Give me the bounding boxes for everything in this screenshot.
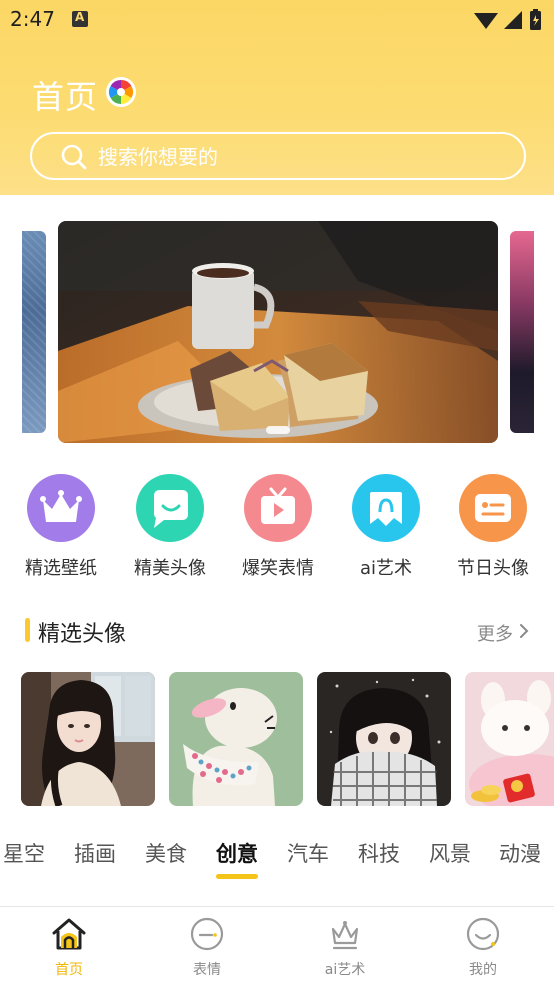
nav-home[interactable]: 首页 (0, 907, 138, 984)
card-icon (459, 474, 527, 542)
quick-action-label: 精美头像 (134, 558, 206, 579)
page-title: 首页 (32, 78, 99, 116)
quick-action-label: ai艺术 (359, 558, 413, 579)
quick-action-ai-art[interactable]: ai艺术 (336, 474, 436, 584)
profile-icon (466, 917, 500, 951)
nav-label: 首页 (55, 962, 83, 978)
quick-actions: 精选壁纸 精美头像 爆笑表情 ai艺术 节日头像 (0, 474, 554, 584)
tab-illustration[interactable]: 插画 (74, 838, 116, 868)
banner-next-slide[interactable] (510, 231, 534, 433)
avatar-card[interactable] (21, 672, 155, 806)
tab-anime[interactable]: 动漫 (499, 838, 541, 868)
tab-technology[interactable]: 科技 (358, 838, 400, 868)
tab-food[interactable]: 美食 (145, 838, 187, 868)
more-link[interactable]: 更多 (477, 620, 513, 646)
section-accent-bar (25, 618, 30, 642)
snow-girl-image (317, 672, 451, 806)
nav-label: 表情 (193, 962, 221, 978)
tab-cars[interactable]: 汽车 (287, 838, 329, 868)
girl-portrait-image (21, 672, 155, 806)
sheep-illustration-image (169, 672, 303, 806)
notification-icon (72, 10, 88, 27)
nav-ai-art[interactable]: ai艺术 (276, 907, 414, 984)
section-title: 精选头像 (38, 622, 127, 647)
bottom-navigation: 首页 表情 ai艺术 我的 (0, 906, 554, 984)
tab-creative[interactable]: 创意 (216, 838, 258, 868)
active-tab-indicator (216, 874, 258, 879)
tv-play-icon (244, 474, 312, 542)
featured-avatars-header: 精选头像 更多 (0, 612, 554, 648)
quick-action-holiday[interactable]: 节日头像 (443, 474, 543, 584)
emoji-icon (190, 917, 224, 951)
nav-label: ai艺术 (324, 962, 366, 978)
quick-action-label: 精选壁纸 (25, 558, 97, 579)
avatar-list (0, 672, 554, 806)
nav-label: 我的 (469, 962, 497, 978)
carousel-indicator (266, 426, 290, 434)
quick-action-label: 爆笑表情 (242, 558, 314, 579)
quick-action-wallpaper[interactable]: 精选壁纸 (11, 474, 111, 584)
search-input[interactable] (98, 144, 478, 170)
status-time: 2:47 (10, 7, 55, 31)
avatar-card[interactable] (465, 672, 554, 806)
nav-emoji[interactable]: 表情 (138, 907, 276, 984)
banner-image[interactable] (58, 221, 498, 443)
banner-prev-slide[interactable] (22, 231, 46, 433)
home-icon (52, 918, 86, 950)
quick-action-label: 节日头像 (457, 558, 529, 579)
nav-profile[interactable]: 我的 (414, 907, 552, 984)
plush-bunny-image (465, 672, 554, 806)
crown-outline-icon (331, 921, 359, 950)
chevron-right-icon[interactable] (518, 622, 530, 640)
app-logo-icon (106, 77, 136, 107)
category-tabs: 星空 插画 美食 创意 汽车 科技 风景 动漫 (0, 806, 554, 882)
tab-scenery[interactable]: 风景 (429, 838, 471, 868)
quick-action-avatar[interactable]: 精美头像 (120, 474, 220, 584)
smile-bubble-icon (136, 474, 204, 542)
search-icon (61, 144, 87, 170)
quick-action-emoji[interactable]: 爆笑表情 (228, 474, 328, 584)
ai-art-icon (352, 474, 420, 542)
status-indicators-icon (474, 9, 541, 30)
banner-carousel[interactable] (0, 221, 554, 443)
avatar-card[interactable] (317, 672, 451, 806)
coffee-cake-photo (58, 221, 498, 443)
crown-icon (27, 474, 95, 542)
status-bar: 2:47 (0, 0, 554, 40)
tab-starry-sky[interactable]: 星空 (3, 838, 45, 868)
search-bar[interactable] (30, 132, 526, 180)
avatar-card[interactable] (169, 672, 303, 806)
